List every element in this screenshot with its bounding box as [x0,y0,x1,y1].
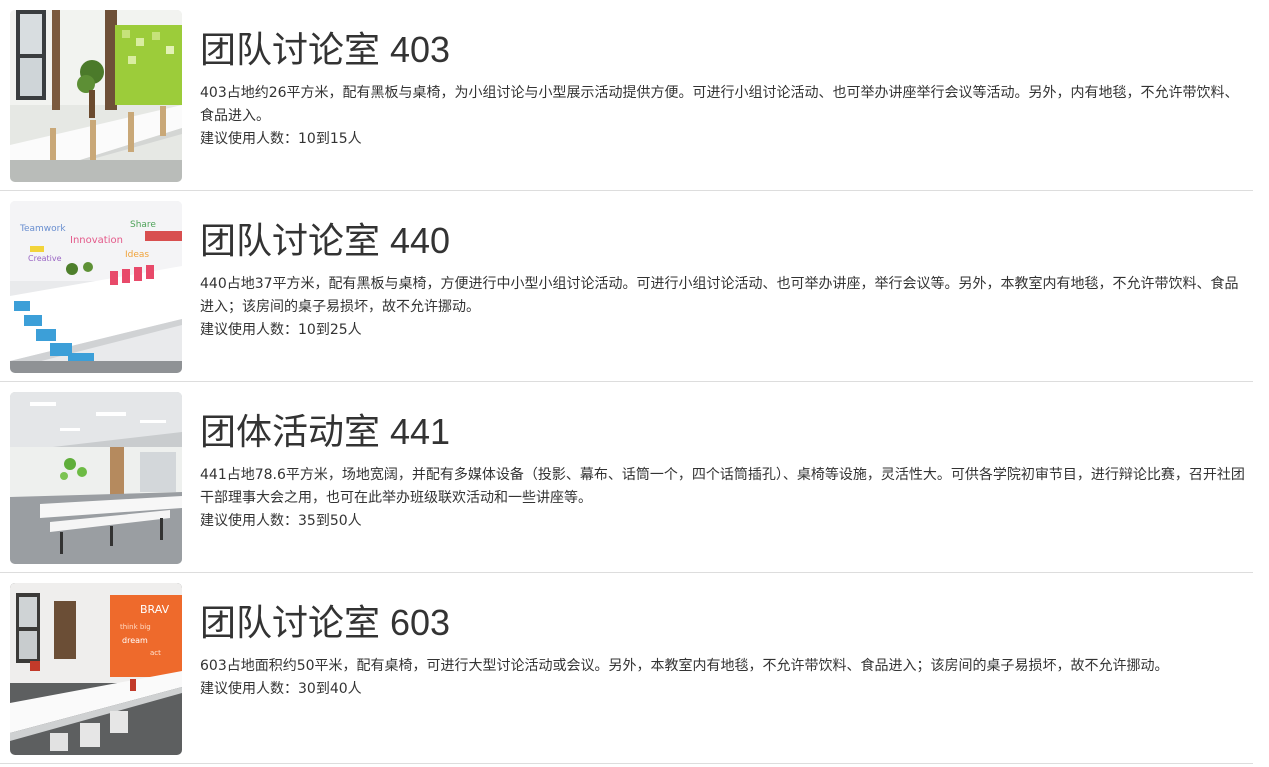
room-info-603: 团队讨论室 603 603占地面积约50平米，配有桌椅，可进行大型讨论活动或会议… [200,583,1245,701]
room-photo-603-image: BRAV think big dream act [10,583,182,755]
room-photo-440-image: Teamwork Innovation Share Ideas Creative [10,201,182,373]
room-description: 403占地约26平方米，配有黑板与桌椅，为小组讨论与小型展示活动提供方便。可进行… [200,85,1239,124]
room-item-440: Teamwork Innovation Share Ideas Creative [0,191,1253,382]
room-info-441: 团体活动室 441 441占地78.6平方米，场地宽阔，并配有多媒体设备（投影、… [200,392,1245,533]
room-photo-403-image [10,10,182,182]
room-capacity: 建议使用人数：35到50人 [200,513,362,529]
room-item-603: BRAV think big dream act 团队讨论室 603 603占地… [0,573,1253,764]
svg-text:dream: dream [122,636,148,645]
room-capacity: 建议使用人数：10到25人 [200,322,362,338]
room-photo-603[interactable]: BRAV think big dream act [10,583,182,755]
room-description: 441占地78.6平方米，场地宽阔，并配有多媒体设备（投影、幕布、话筒一个，四个… [200,467,1245,506]
room-capacity: 建议使用人数：30到40人 [200,681,362,697]
room-title[interactable]: 团体活动室 441 [200,410,1245,454]
room-photo-441-image [10,392,182,564]
svg-text:think big: think big [120,623,151,631]
room-info-403: 团队讨论室 403 403占地约26平方米，配有黑板与桌椅，为小组讨论与小型展示… [200,10,1245,151]
svg-text:BRAV: BRAV [140,603,170,616]
room-info-440: 团队讨论室 440 440占地37平方米，配有黑板与桌椅，方便进行中小型小组讨论… [200,201,1245,342]
room-title[interactable]: 团队讨论室 403 [200,28,1245,72]
svg-text:Share: Share [130,220,156,230]
svg-text:Ideas: Ideas [125,250,149,260]
svg-text:act: act [150,649,161,657]
room-photo-441[interactable] [10,392,182,564]
room-description: 603占地面积约50平米，配有桌椅，可进行大型讨论活动或会议。另外，本教室内有地… [200,658,1169,674]
svg-text:Innovation: Innovation [70,235,123,246]
svg-text:Creative: Creative [28,254,62,263]
room-description: 440占地37平方米，配有黑板与桌椅，方便进行中小型小组讨论活动。可进行小组讨论… [200,276,1239,315]
room-capacity: 建议使用人数：10到15人 [200,131,362,147]
room-photo-440[interactable]: Teamwork Innovation Share Ideas Creative [10,201,182,373]
room-title[interactable]: 团队讨论室 440 [200,219,1245,263]
room-photo-403[interactable] [10,10,182,182]
svg-text:Teamwork: Teamwork [19,224,66,234]
room-item-441: 团体活动室 441 441占地78.6平方米，场地宽阔，并配有多媒体设备（投影、… [0,382,1253,573]
room-item-403: 团队讨论室 403 403占地约26平方米，配有黑板与桌椅，为小组讨论与小型展示… [0,0,1253,191]
room-title[interactable]: 团队讨论室 603 [200,601,1245,645]
